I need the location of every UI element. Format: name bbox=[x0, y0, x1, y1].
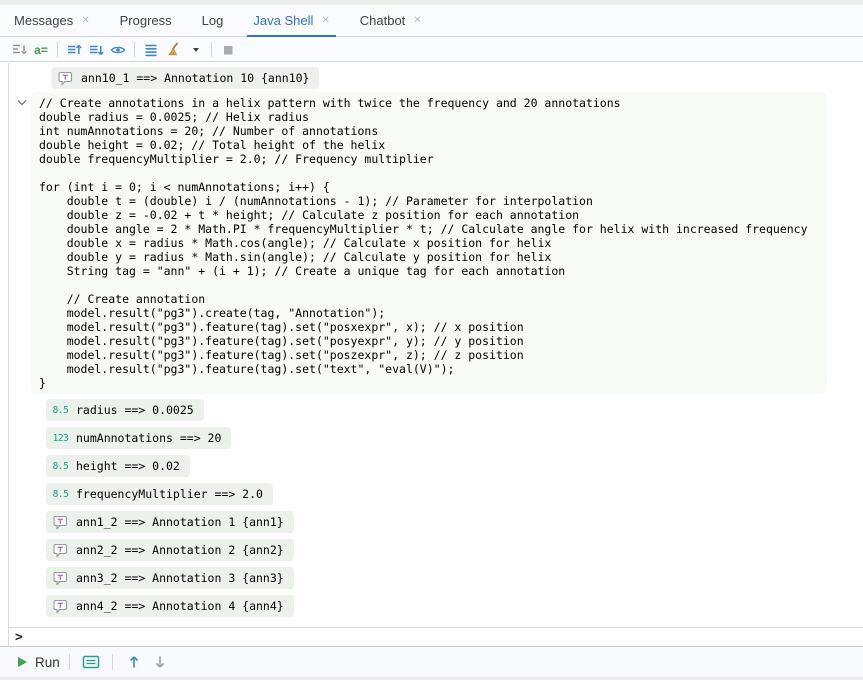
result-text: ann2_2 ==> Annotation 2 {ann2} bbox=[76, 543, 284, 557]
toolbar-separator bbox=[211, 42, 212, 57]
tab-label: Messages bbox=[14, 13, 73, 28]
result-text: ann3_2 ==> Annotation 3 {ann3} bbox=[76, 571, 284, 585]
annotation-icon bbox=[52, 543, 69, 558]
result-text: ann10_1 ==> Annotation 10 {ann10} bbox=[81, 71, 309, 85]
tab-log[interactable]: Log bbox=[202, 5, 224, 36]
console-output[interactable]: ann10_1 ==> Annotation 10 {ann10} // Cre… bbox=[8, 63, 863, 627]
annotation-icon bbox=[57, 71, 74, 86]
result-chip[interactable]: ann3_2 ==> Annotation 3 {ann3} bbox=[46, 567, 294, 589]
tab-messages[interactable]: Messages ✕ bbox=[14, 5, 90, 36]
run-label: Run bbox=[35, 655, 60, 670]
close-icon[interactable]: ✕ bbox=[413, 16, 421, 26]
list-icon[interactable] bbox=[140, 40, 162, 60]
double-type-icon: 8.5 bbox=[52, 405, 69, 416]
run-button[interactable]: Run bbox=[18, 655, 60, 670]
play-icon bbox=[18, 657, 27, 667]
result-text: height ==> 0.02 bbox=[76, 459, 180, 473]
prompt-symbol: > bbox=[15, 630, 23, 645]
result-chip[interactable]: 8.5 radius ==> 0.0025 bbox=[46, 399, 204, 421]
prompt-row[interactable]: > bbox=[8, 627, 863, 646]
toolbar-separator bbox=[57, 42, 58, 57]
result-text: numAnnotations ==> 20 bbox=[76, 431, 221, 445]
result-chip[interactable]: 8.5 height ==> 0.02 bbox=[46, 455, 190, 477]
tab-label: Log bbox=[202, 13, 224, 28]
show-variables-icon[interactable]: a= bbox=[30, 40, 52, 60]
result-text: ann4_2 ==> Annotation 4 {ann4} bbox=[76, 599, 284, 613]
tab-progress[interactable]: Progress bbox=[120, 5, 172, 36]
annotation-icon bbox=[52, 515, 69, 530]
stop-icon bbox=[217, 40, 239, 60]
tab-java-shell[interactable]: Java Shell ✕ bbox=[253, 5, 329, 36]
history-results: ann10_1 ==> Annotation 10 {ann10} bbox=[51, 67, 319, 95]
eye-icon[interactable] bbox=[107, 40, 129, 60]
scroll-to-bottom-icon[interactable] bbox=[85, 40, 107, 60]
result-text: radius ==> 0.0025 bbox=[76, 403, 194, 417]
close-icon[interactable]: ✕ bbox=[81, 16, 89, 26]
code-block[interactable]: // Create annotations in a helix pattern… bbox=[31, 92, 827, 394]
scroll-to-top-icon[interactable] bbox=[63, 40, 85, 60]
tab-label: Progress bbox=[120, 13, 172, 28]
result-text: frequencyMultiplier ==> 2.0 bbox=[76, 487, 263, 501]
console-toolbar: a= bbox=[0, 38, 863, 62]
result-chip[interactable]: 8.5 frequencyMultiplier ==> 2.0 bbox=[46, 483, 273, 505]
run-bar: Run bbox=[0, 646, 863, 677]
toolbar-separator bbox=[134, 42, 135, 57]
collapse-chevron-icon[interactable] bbox=[15, 96, 29, 108]
broom-icon[interactable] bbox=[162, 40, 184, 60]
int-type-icon: 123 bbox=[52, 433, 69, 444]
close-icon[interactable]: ✕ bbox=[321, 16, 329, 26]
arrow-up-icon[interactable] bbox=[122, 651, 146, 673]
annotation-icon bbox=[52, 571, 69, 586]
run-bar-separator bbox=[112, 654, 113, 670]
double-type-icon: 8.5 bbox=[52, 461, 69, 472]
variables-glyph: a= bbox=[34, 43, 48, 57]
result-chip[interactable]: ann10_1 ==> Annotation 10 {ann10} bbox=[51, 67, 319, 89]
result-text: ann1_2 ==> Annotation 1 {ann1} bbox=[76, 515, 284, 529]
run-bar-separator bbox=[69, 654, 70, 670]
result-chip[interactable]: ann2_2 ==> Annotation 2 {ann2} bbox=[46, 539, 294, 561]
java-shell-panel: Messages✕ProgressLogJava Shell✕Chatbot✕ … bbox=[0, 0, 863, 680]
tab-chatbot[interactable]: Chatbot ✕ bbox=[360, 5, 422, 36]
console-log-icon[interactable] bbox=[79, 651, 103, 673]
double-type-icon: 8.5 bbox=[52, 489, 69, 500]
result-chip[interactable]: 123 numAnnotations ==> 20 bbox=[46, 427, 231, 449]
arrow-down-icon[interactable] bbox=[148, 651, 172, 673]
import-lines-icon[interactable] bbox=[8, 40, 30, 60]
results-list: 8.5 radius ==> 0.0025 123 numAnnotations ==… bbox=[46, 399, 294, 623]
result-chip[interactable]: ann4_2 ==> Annotation 4 {ann4} bbox=[46, 595, 294, 617]
tab-bar: Messages ✕ Progress Log Java Shell ✕ Chatbot ✕ bbox=[0, 5, 863, 37]
result-chip[interactable]: ann1_2 ==> Annotation 1 {ann1} bbox=[46, 511, 294, 533]
dropdown-caret-icon[interactable] bbox=[184, 40, 206, 60]
annotation-icon bbox=[52, 599, 69, 614]
tab-label: Java Shell bbox=[253, 13, 313, 28]
tab-label: Chatbot bbox=[360, 13, 406, 28]
